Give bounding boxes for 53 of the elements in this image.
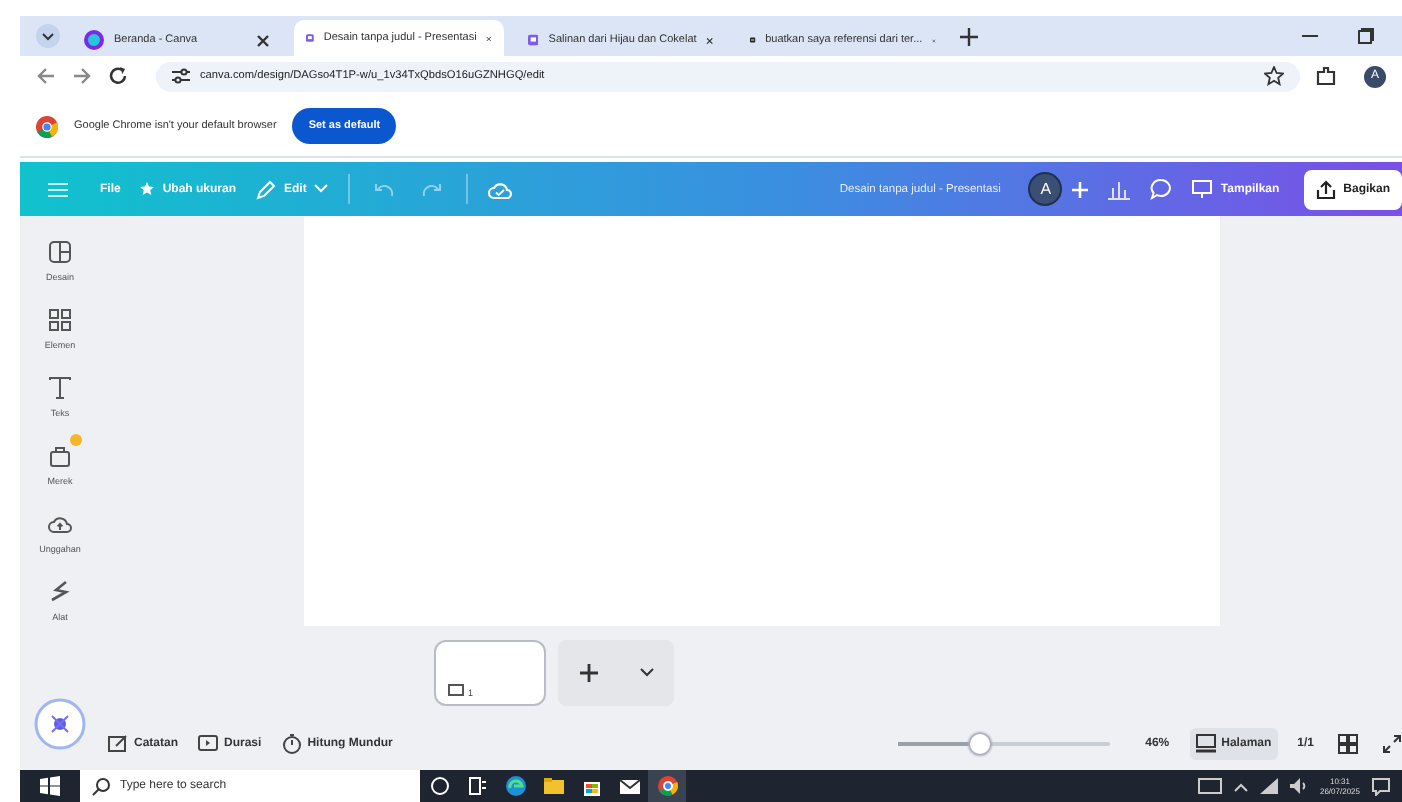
- notes-icon: [108, 734, 128, 755]
- mail-icon[interactable]: [619, 776, 639, 796]
- shapes-icon: [47, 308, 72, 332]
- chevron-down-icon: [314, 184, 329, 194]
- add-icon[interactable]: [579, 663, 597, 682]
- tab-icon: [528, 30, 539, 50]
- layout-icon: [47, 240, 72, 264]
- extensions-icon[interactable]: [1316, 66, 1336, 86]
- chart-icon[interactable]: [1108, 179, 1131, 199]
- restore-icon[interactable]: [1358, 28, 1374, 44]
- tray-chevron-icon[interactable]: [1233, 781, 1248, 791]
- bookmark-star-icon[interactable]: [1264, 66, 1284, 86]
- widgets-icon[interactable]: [467, 776, 487, 796]
- new-tab-icon[interactable]: [960, 27, 978, 45]
- pages-icon: [1195, 734, 1216, 755]
- search-icon: [92, 777, 110, 795]
- edge-browser-icon[interactable]: [505, 776, 525, 796]
- clock-icon: [281, 734, 302, 755]
- dropdown-icon[interactable]: [36, 24, 60, 48]
- back-icon[interactable]: [36, 66, 56, 86]
- magic-assistant-icon[interactable]: [34, 698, 86, 750]
- close-icon[interactable]: [256, 33, 270, 47]
- cloud-saved-icon[interactable]: [488, 179, 513, 199]
- user-avatar[interactable]: A: [1028, 172, 1063, 206]
- fullscreen-icon[interactable]: [1382, 734, 1402, 755]
- slider-thumb[interactable]: [969, 734, 990, 755]
- timer-icon: [198, 734, 219, 755]
- site-settings-icon[interactable]: [172, 68, 190, 84]
- comment-icon[interactable]: [1150, 178, 1173, 200]
- task-view-icon[interactable]: [429, 776, 449, 796]
- windows-start-icon[interactable]: [40, 776, 60, 796]
- reload-icon[interactable]: [108, 66, 128, 86]
- network-icon[interactable]: [1259, 778, 1278, 794]
- text-icon: [48, 376, 72, 400]
- grid-view-icon[interactable]: [1338, 734, 1358, 755]
- pen-icon: [256, 179, 277, 199]
- keyboard-icon[interactable]: [1197, 778, 1222, 794]
- chrome-icon[interactable]: [657, 775, 677, 795]
- tab-icon: [306, 28, 314, 48]
- close-icon[interactable]: [706, 33, 714, 47]
- store-icon[interactable]: [581, 776, 601, 796]
- star-icon: [140, 182, 155, 196]
- forward-icon[interactable]: [72, 66, 92, 86]
- chrome-logo-icon: [36, 115, 58, 137]
- upload-icon: [48, 512, 72, 536]
- volume-icon[interactable]: [1289, 778, 1308, 794]
- comment-icon: [448, 683, 464, 698]
- chevron-down-icon[interactable]: [639, 667, 653, 678]
- share-icon: [1315, 179, 1336, 199]
- present-icon: [1192, 180, 1213, 198]
- tab-icon: [84, 30, 104, 50]
- notification-icon[interactable]: [1372, 777, 1390, 795]
- folder-icon[interactable]: [543, 776, 563, 796]
